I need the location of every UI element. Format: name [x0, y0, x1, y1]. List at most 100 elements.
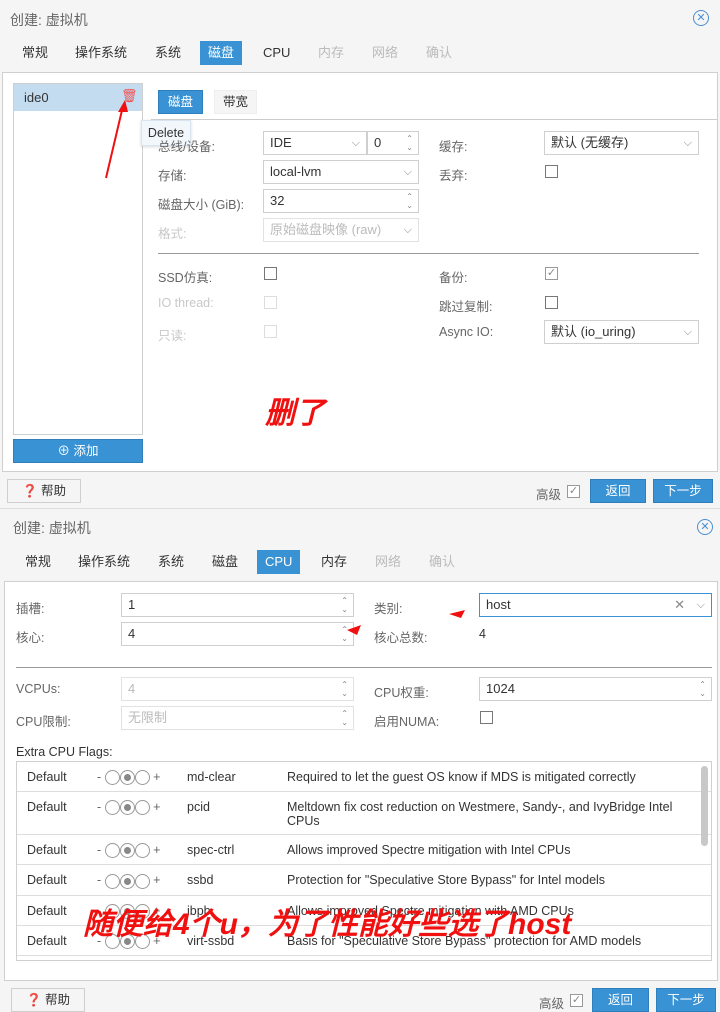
create-vm-dialog-cpu: 创建: 虚拟机 ✕ 常规 操作系统 系统 磁盘 CPU 内存 网络 确认 插槽:… [0, 508, 720, 1012]
tab-os[interactable]: 操作系统 [70, 550, 138, 574]
tab-disk[interactable]: 磁盘 [204, 550, 246, 574]
tab-disk[interactable]: 磁盘 [200, 41, 243, 65]
size-input[interactable]: 32 ⌃ ⌄ [263, 189, 419, 213]
skip-replication-label: 跳过复制: [439, 300, 493, 314]
cache-select[interactable]: 默认 (无缓存) ⌵ [544, 131, 699, 155]
help-label: 帮助 [45, 993, 71, 1007]
close-icon[interactable]: ✕ [693, 10, 709, 26]
scrollbar[interactable] [701, 766, 708, 846]
radio-off[interactable] [104, 873, 120, 889]
cpu-flag-row: Default - + ssbd Protection for "Speculativ… [17, 864, 711, 896]
advanced-checkbox[interactable]: ✓ [567, 485, 580, 498]
format-select[interactable]: 原始磁盘映像 (raw) ⌵ [263, 218, 419, 242]
tab-general[interactable]: 常规 [14, 41, 56, 65]
cpu-limit-label: CPU限制: [16, 715, 71, 729]
vcpus-label: VCPUs: [16, 682, 61, 696]
numa-checkbox[interactable] [480, 711, 493, 724]
subtab-disk[interactable]: 磁盘 [158, 90, 203, 114]
clear-icon[interactable]: ✕ [674, 594, 685, 616]
chevron-down-icon: ⌵ [403, 166, 412, 178]
skip-replication-checkbox[interactable] [545, 296, 558, 309]
ssd-checkbox[interactable] [264, 267, 277, 280]
tab-confirm[interactable]: 确认 [418, 41, 460, 65]
next-button[interactable]: 下一步 [653, 479, 713, 503]
total-cores-value: 4 [479, 627, 486, 641]
backup-checkbox[interactable]: ✓ [545, 267, 558, 280]
add-disk-button[interactable]: ⊕ 添加 [13, 439, 143, 463]
subtab-bandwidth[interactable]: 带宽 [214, 90, 257, 114]
flag-tristate[interactable]: - + [87, 834, 177, 866]
cores-input[interactable]: 4 ⌃ ⌄ [121, 622, 354, 646]
back-button[interactable]: 返回 [590, 479, 646, 503]
help-button[interactable]: ❓ 帮助 [11, 988, 85, 1012]
spinner-icon: ⌃ ⌄ [341, 596, 348, 614]
cpu-weight-input[interactable]: 1024 ⌃ ⌄ [479, 677, 712, 701]
storage-select[interactable]: local-lvm ⌵ [263, 160, 419, 184]
readonly-checkbox[interactable] [264, 325, 277, 338]
cpu-weight-label: CPU权重: [374, 686, 429, 700]
chevron-down-icon[interactable]: ⌵ [697, 594, 705, 616]
bus-select[interactable]: IDE ⌵ [263, 131, 367, 155]
radio-default[interactable] [119, 873, 135, 889]
radio-off[interactable] [104, 843, 120, 859]
next-button[interactable]: 下一步 [656, 988, 716, 1012]
back-button[interactable]: 返回 [592, 988, 649, 1012]
backup-label: 备份: [439, 271, 468, 285]
tab-system[interactable]: 系统 [147, 41, 189, 65]
radio-on[interactable] [134, 800, 150, 816]
tab-system[interactable]: 系统 [150, 550, 192, 574]
bus-value: IDE [270, 135, 292, 150]
tab-memory[interactable]: 内存 [310, 41, 352, 65]
spinner-icon: ⌃ ⌄ [699, 680, 706, 698]
radio-off[interactable] [104, 770, 120, 786]
tab-general[interactable]: 常规 [17, 550, 59, 574]
flag-tristate[interactable]: - + [87, 762, 177, 793]
size-label: 磁盘大小 (GiB): [158, 198, 245, 212]
chevron-down-icon: ⌵ [351, 137, 360, 149]
radio-on[interactable] [134, 843, 150, 859]
cpu-flag-row: Default - + md-clear Required to let the gu… [17, 762, 711, 793]
tab-confirm[interactable]: 确认 [421, 550, 463, 574]
tab-memory[interactable]: 内存 [313, 550, 355, 574]
flag-description: Protection for "Speculative Store Bypass… [277, 864, 711, 896]
divider [158, 253, 699, 254]
flag-tristate[interactable]: - + [87, 864, 177, 896]
sockets-input[interactable]: 1 ⌃ ⌄ [121, 593, 354, 617]
bus-index-spinner[interactable]: 0 ⌃ ⌄ [367, 131, 419, 155]
tab-os[interactable]: 操作系统 [67, 41, 135, 65]
cpu-flag-row: Default - + pcid Meltdown fix cost reductio… [17, 791, 711, 836]
flag-state: Default [17, 762, 87, 793]
annotation-arrow [449, 610, 465, 618]
tab-network[interactable]: 网络 [367, 550, 409, 574]
radio-default[interactable] [119, 843, 135, 859]
radio-default[interactable] [119, 770, 135, 786]
radio-off[interactable] [104, 800, 120, 816]
radio-on[interactable] [134, 873, 150, 889]
discard-checkbox[interactable] [545, 165, 558, 178]
dialog-title: 创建: 虚拟机 [13, 520, 91, 536]
iothread-checkbox[interactable] [264, 296, 277, 309]
cache-label: 缓存: [439, 140, 468, 154]
sockets-value: 1 [128, 597, 136, 612]
radio-on[interactable] [134, 770, 150, 786]
chevron-down-icon: ⌵ [403, 224, 412, 236]
flag-tristate[interactable]: - + [87, 791, 177, 836]
vcpus-input[interactable]: 4 ⌃ ⌄ [121, 677, 354, 701]
radio-default[interactable] [119, 800, 135, 816]
size-value: 32 [270, 193, 285, 208]
cores-label: 核心: [16, 631, 45, 645]
tab-network[interactable]: 网络 [364, 41, 406, 65]
cpu-type-select[interactable]: host ✕ ⌵ [479, 593, 712, 617]
close-icon[interactable]: ✕ [697, 519, 713, 535]
help-button[interactable]: ❓ 帮助 [7, 479, 81, 503]
async-io-select[interactable]: 默认 (io_uring) ⌵ [544, 320, 699, 344]
flag-name: md-clear [177, 762, 277, 793]
chevron-down-icon: ⌵ [683, 137, 692, 149]
tab-cpu[interactable]: CPU [257, 550, 301, 574]
format-label: 格式: [158, 227, 187, 241]
cpu-limit-input[interactable]: 无限制 ⌃ ⌄ [121, 706, 354, 730]
flag-name: ssbd [177, 864, 277, 896]
tab-cpu[interactable]: CPU [255, 41, 298, 65]
advanced-checkbox[interactable]: ✓ [570, 994, 583, 1007]
help-label: 帮助 [41, 484, 67, 498]
